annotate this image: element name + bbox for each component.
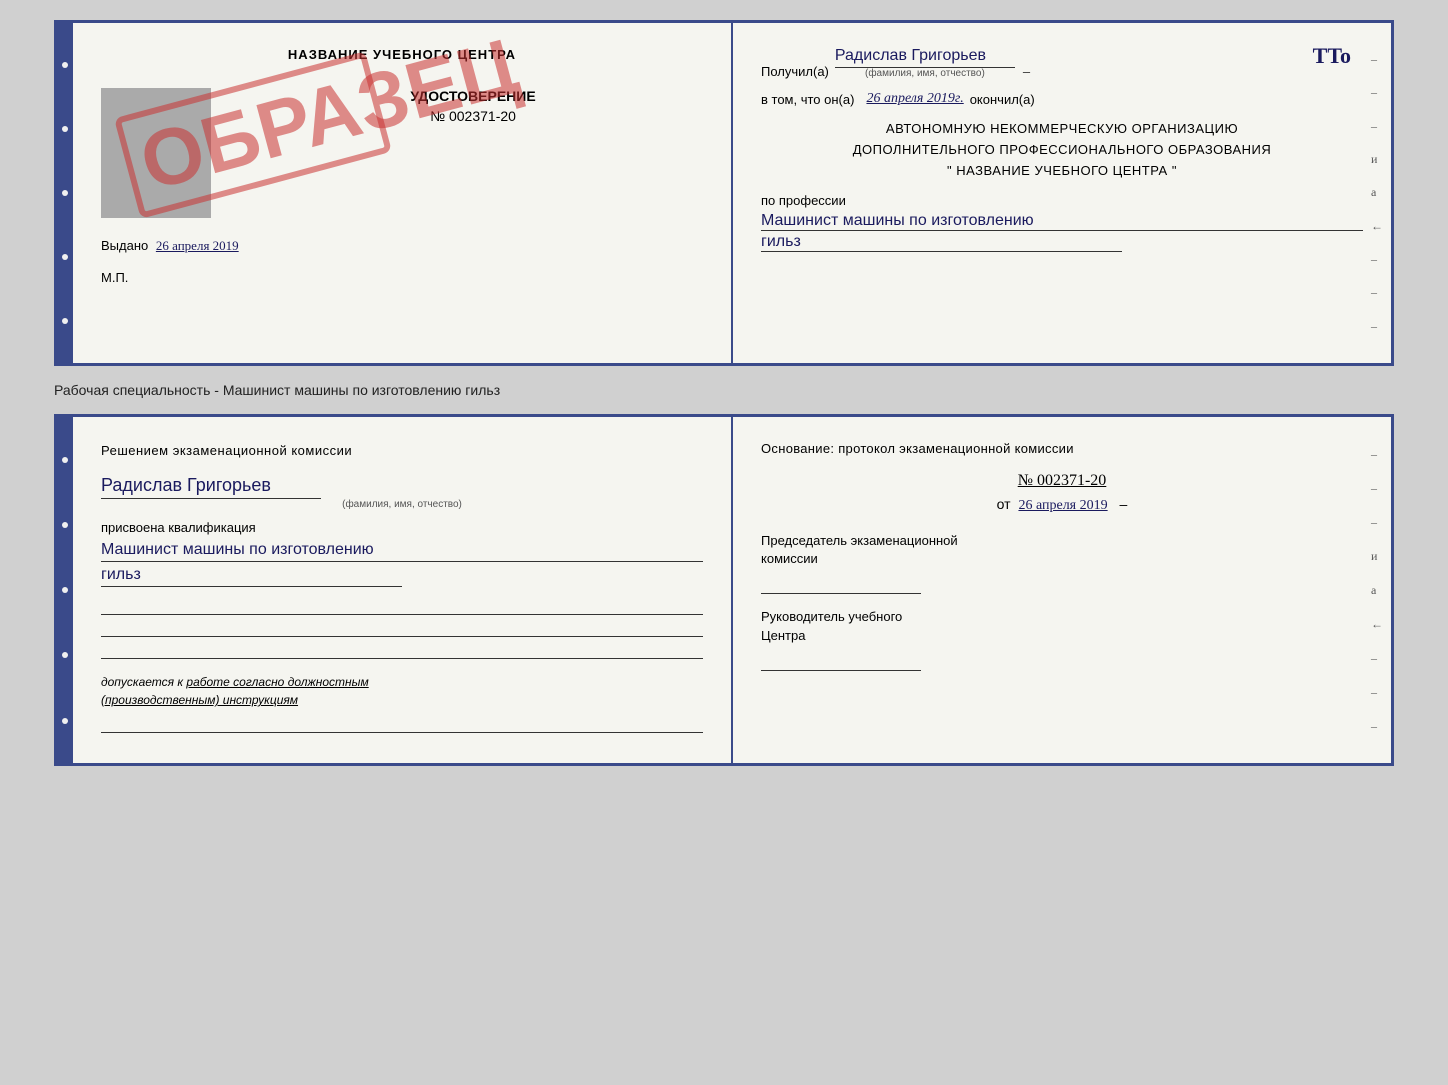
separator-label: Рабочая специальность - Машинист машины …: [54, 382, 500, 398]
bottom-right-page: Основание: протокол экзаменационной коми…: [733, 417, 1391, 763]
basis-title: Основание: протокол экзаменационной коми…: [761, 441, 1363, 456]
top-left-page: НАЗВАНИЕ УЧЕБНОГО ЦЕНТРА УДОСТОВЕРЕНИЕ №…: [73, 23, 733, 363]
completed-line: в том, что он(а) 26 апреля 2019г. окончи…: [761, 91, 1363, 107]
qualification-prefix: присвоена квалификация: [101, 520, 703, 535]
admission-text: допускается к работе согласно должностны…: [101, 673, 703, 709]
completed-date: 26 апреля 2019г.: [866, 91, 963, 107]
cert-label: УДОСТОВЕРЕНИЕ: [243, 88, 703, 104]
org-block: АВТОНОМНУЮ НЕКОММЕРЧЕСКУЮ ОРГАНИЗАЦИЮ ДО…: [761, 119, 1363, 181]
chairman-label: Председатель экзаменационной комиссии: [761, 532, 1363, 568]
profession-label: по профессии: [761, 193, 1363, 208]
blank-line-1: [101, 599, 703, 615]
cert-number: № 002371-20: [243, 108, 703, 124]
issued-prefix: Выдано: [101, 238, 148, 253]
director-label: Руководитель учебного Центра: [761, 608, 1363, 644]
top-right-page: TTo Получил(а) Радислав Григорьев (фамил…: [733, 23, 1391, 363]
completed-suffix: окончил(а): [970, 92, 1035, 107]
received-prefix: Получил(а): [761, 64, 829, 79]
bottom-document-spread: Решением экзаменационной комиссии Радисл…: [54, 414, 1394, 766]
date-prefix: от: [997, 496, 1011, 512]
photo-placeholder: [101, 88, 211, 218]
protocol-number: № 002371-20: [761, 472, 1363, 490]
recipient-name: Радислав Григорьев: [835, 47, 1015, 68]
name-block: Радислав Григорьев (фамилия, имя, отчест…: [101, 475, 703, 510]
qualification-line1: Машинист машины по изготовлению: [101, 539, 703, 562]
bottom-name-subtext: (фамилия, имя, отчество): [101, 499, 703, 510]
profession-value1: Машинист машины по изготовлению: [761, 212, 1363, 231]
org-line2: ДОПОЛНИТЕЛЬНОГО ПРОФЕССИОНАЛЬНОГО ОБРАЗО…: [761, 140, 1363, 161]
top-left-title: НАЗВАНИЕ УЧЕБНОГО ЦЕНТРА: [101, 47, 703, 62]
protocol-date: от 26 апреля 2019 –: [761, 496, 1363, 514]
org-line1: АВТОНОМНУЮ НЕКОММЕРЧЕСКУЮ ОРГАНИЗАЦИЮ: [761, 119, 1363, 140]
date-value: 26 апреля 2019: [1018, 498, 1107, 513]
chairman-signature-line: [761, 576, 921, 594]
mp-label: М.П.: [101, 270, 703, 285]
admission-prefix: допускается к: [101, 675, 183, 689]
name-subtext-top: (фамилия, имя, отчество): [865, 68, 985, 79]
blank-line-2: [101, 621, 703, 637]
org-line3: " НАЗВАНИЕ УЧЕБНОГО ЦЕНТРА ": [761, 161, 1363, 182]
bottom-right-side-dashes: – – – и а ← – – –: [1371, 417, 1383, 763]
issued-line: Выдано 26 апреля 2019: [101, 238, 703, 254]
admission-underline: работе согласно должностным: [186, 675, 368, 689]
tto-mark: TTo: [1313, 43, 1351, 69]
bottom-name: Радислав Григорьев: [101, 475, 321, 499]
director-signature-line: [761, 653, 921, 671]
blank-line-4: [101, 717, 703, 733]
blank-line-3: [101, 643, 703, 659]
bottom-left-page: Решением экзаменационной комиссии Радисл…: [73, 417, 733, 763]
document-container: НАЗВАНИЕ УЧЕБНОГО ЦЕНТРА УДОСТОВЕРЕНИЕ №…: [54, 20, 1394, 766]
received-line: Получил(а) Радислав Григорьев (фамилия, …: [761, 47, 1363, 79]
profession-block: по профессии Машинист машины по изготовл…: [761, 193, 1363, 252]
decision-text: Решением экзаменационной комиссии: [101, 441, 703, 461]
right-side-dashes: – – – и а ← – – –: [1371, 23, 1383, 363]
bottom-binding: [57, 417, 73, 763]
qualification-line2: гильз: [101, 564, 402, 587]
top-binding: [57, 23, 73, 363]
completed-prefix: в том, что он(а): [761, 92, 854, 107]
profession-value2: гильз: [761, 233, 1122, 252]
issued-date: 26 апреля 2019: [156, 238, 239, 253]
admission-underline2: (производственным) инструкциям: [101, 693, 298, 707]
top-document-spread: НАЗВАНИЕ УЧЕБНОГО ЦЕНТРА УДОСТОВЕРЕНИЕ №…: [54, 20, 1394, 366]
